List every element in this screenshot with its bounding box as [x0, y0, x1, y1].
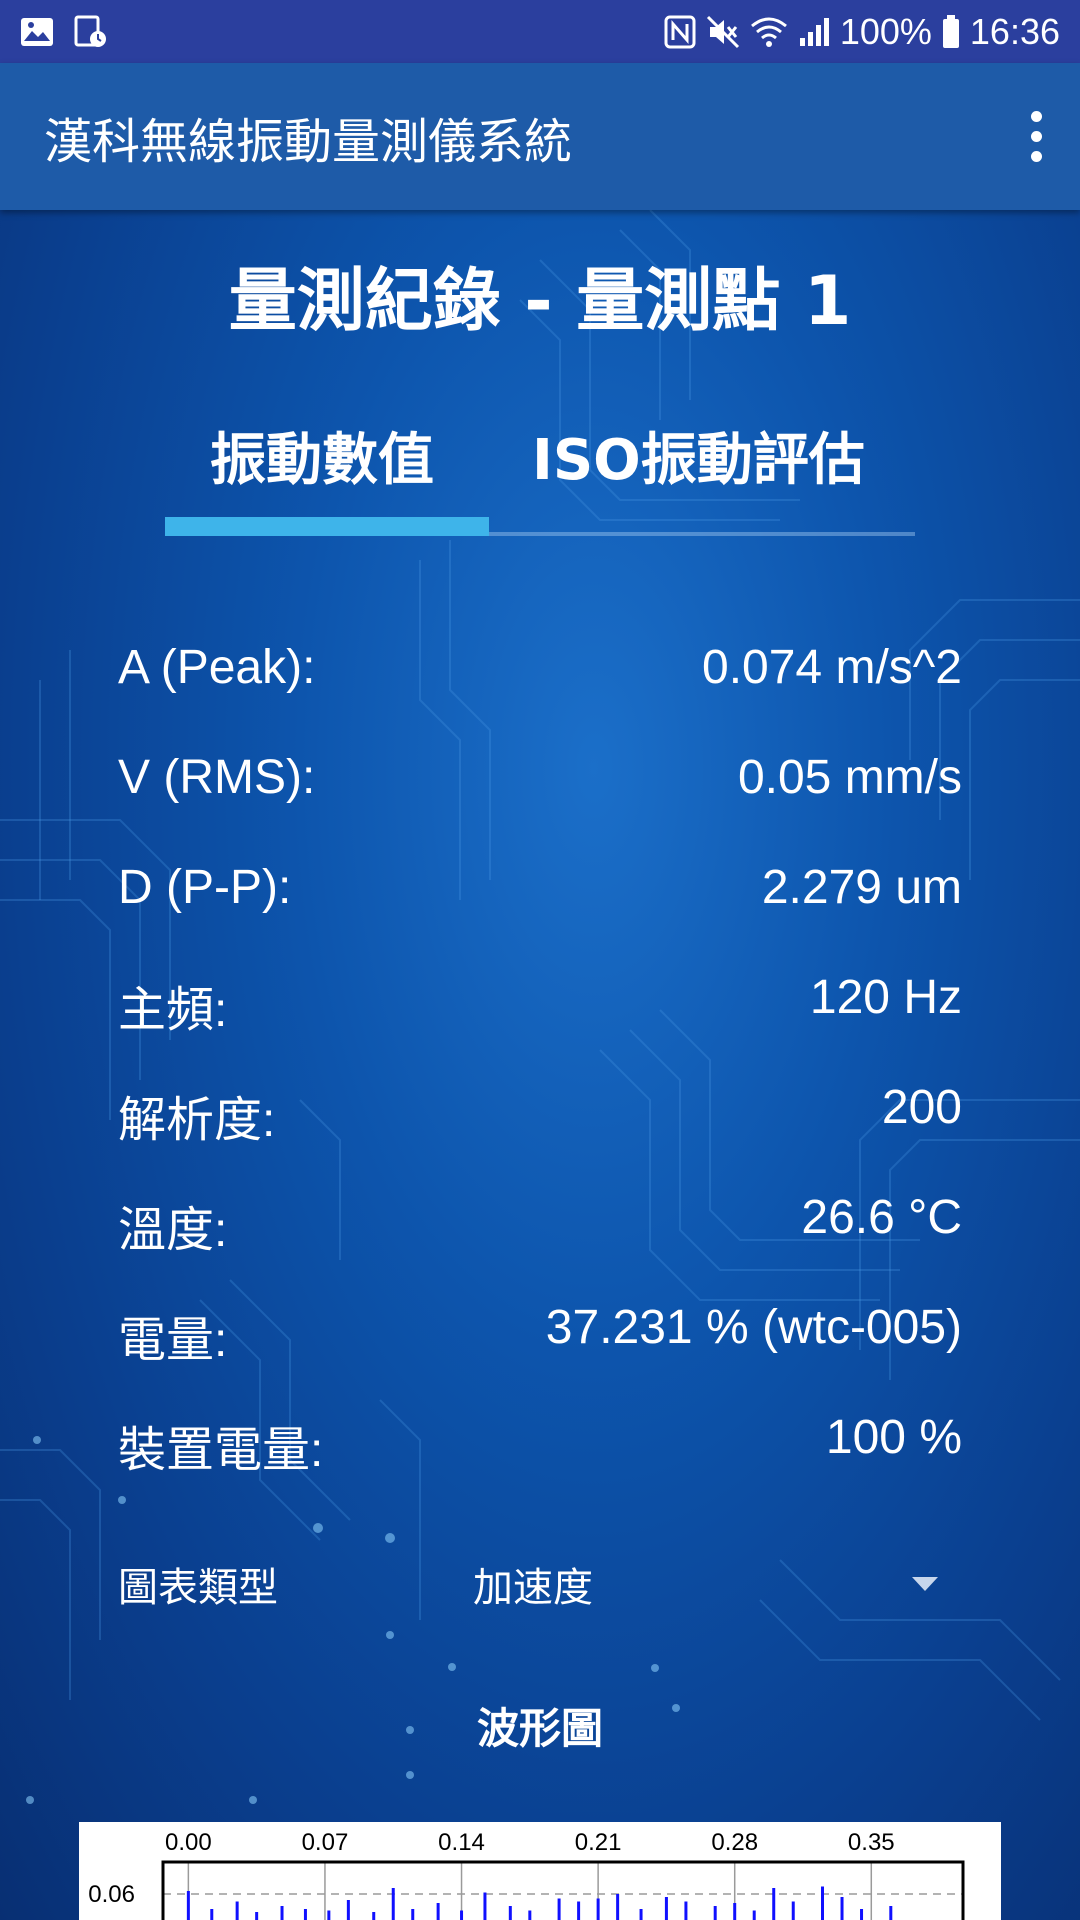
metric-label: 主頻: — [118, 984, 228, 1037]
status-right-icons: 100% 16:36 — [664, 11, 1060, 53]
metric-label: V (RMS): — [118, 751, 316, 804]
x-tick-label: 0.14 — [438, 1829, 485, 1856]
battery-percent: 100% — [839, 10, 932, 52]
waveform-chart: 0.00 0.07 0.14 0.21 0.28 0.35 0.06 — [79, 1822, 1001, 1920]
tab-bar: 振動數值 ISO振動評估 — [165, 405, 915, 536]
x-tick-label: 0.35 — [848, 1829, 895, 1856]
image-icon — [21, 17, 53, 46]
metric-row-sensor-battery: 電量: 37.231 % (wtc-005) — [118, 1300, 962, 1410]
page-title: 量測紀錄 - 量測點 1 — [228, 262, 852, 341]
x-tick-label: 0.21 — [575, 1829, 622, 1856]
battery-icon — [942, 14, 959, 48]
chart-type-selected: 加速度 — [473, 1565, 593, 1611]
metric-row-resolution: 解析度: 200 — [118, 1080, 962, 1190]
metric-label: 裝置電量: — [118, 1424, 324, 1477]
app-bar: 漢科無線振動量測儀系統 — [0, 63, 1080, 210]
x-tick-label: 0.28 — [711, 1829, 758, 1856]
metric-value: 0.074 m/s^2 — [702, 641, 962, 694]
metric-label: 電量: — [118, 1314, 228, 1367]
metric-row-displacement-pp: D (P-P): 2.279 um — [118, 860, 962, 970]
metric-value: 0.05 mm/s — [737, 751, 962, 804]
metric-value: 2.279 um — [761, 861, 962, 914]
metrics-list: A (Peak): 0.074 m/s^2 V (RMS): 0.05 mm/s… — [118, 640, 962, 1520]
mute-vibrate-icon — [706, 15, 739, 48]
chart-type-label: 圖表類型 — [118, 1565, 278, 1611]
metric-row-velocity-rms: V (RMS): 0.05 mm/s — [118, 750, 962, 860]
tab-iso-evaluation[interactable]: ISO振動評估 — [532, 415, 865, 496]
nfc-icon — [664, 15, 696, 48]
x-tick-label: 0.07 — [302, 1829, 349, 1856]
y-tick-label: 0.06 — [88, 1881, 135, 1908]
status-bar: 100% 16:36 — [0, 0, 1080, 63]
metric-label: 解析度: — [118, 1094, 276, 1147]
dropdown-arrow-icon — [912, 1577, 938, 1591]
metric-row-device-battery: 裝置電量: 100 % — [118, 1410, 962, 1520]
metric-label: 溫度: — [118, 1204, 228, 1257]
metric-value: 37.231 % (wtc-005) — [545, 1301, 962, 1354]
tab-vibration-values[interactable]: 振動數值 — [210, 415, 434, 496]
chart-type-dropdown[interactable]: 加速度 — [453, 1550, 938, 1620]
chart-type-row: 圖表類型 加速度 — [118, 1555, 938, 1615]
metric-value: 26.6 °C — [801, 1191, 962, 1244]
calendar-clock-icon — [74, 15, 106, 47]
more-vert-icon[interactable] — [1016, 107, 1056, 167]
wifi-icon — [750, 17, 787, 47]
x-tick-label: 0.00 — [165, 1829, 212, 1856]
metric-label: D (P-P): — [118, 861, 292, 914]
app-title: 漢科無線振動量測儀系統 — [44, 113, 573, 170]
metric-row-main-frequency: 主頻: 120 Hz — [118, 970, 962, 1080]
status-left-icons — [20, 15, 108, 49]
signal-icon — [799, 17, 829, 46]
metric-row-accel-peak: A (Peak): 0.074 m/s^2 — [118, 640, 962, 750]
waveform-svg: 0.00 0.07 0.14 0.21 0.28 0.35 0.06 — [88, 1829, 965, 1920]
clock: 16:36 — [969, 10, 1060, 52]
chart-title: 波形圖 — [476, 1704, 603, 1753]
metric-row-temperature: 溫度: 26.6 °C — [118, 1190, 962, 1300]
metric-label: A (Peak): — [118, 641, 316, 694]
active-tab-indicator — [165, 517, 489, 536]
metric-value: 100 % — [825, 1411, 962, 1464]
metric-value: 200 — [881, 1081, 962, 1134]
metric-value: 120 Hz — [809, 971, 962, 1024]
